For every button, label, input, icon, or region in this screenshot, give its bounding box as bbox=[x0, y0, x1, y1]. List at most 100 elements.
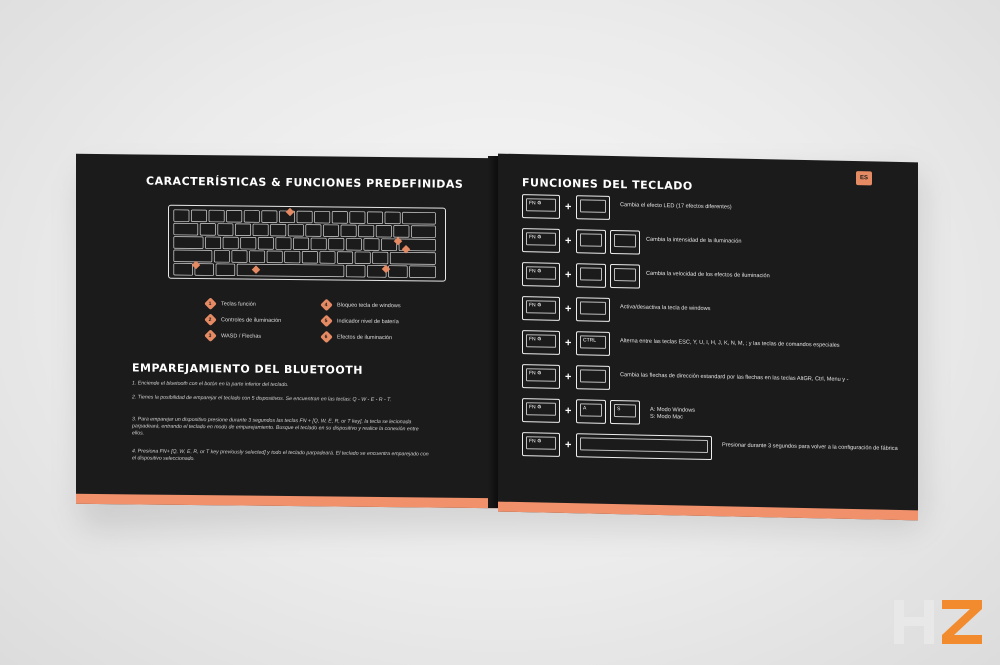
bluetooth-step: 4. Presiona FN+ [Q, W, E, R, or T key pr… bbox=[132, 448, 429, 463]
keyboard-key bbox=[345, 238, 362, 251]
bluetooth-step: 1. Enciende el bluetooth con el botón en… bbox=[132, 380, 289, 389]
plus-icon: + bbox=[565, 303, 572, 316]
combo-key-icon bbox=[610, 263, 640, 289]
keyboard-key bbox=[284, 250, 301, 264]
function-description: Alterna entre las teclas ESC, Y, U, I, H… bbox=[620, 338, 840, 349]
fn-key-label: FN ⚙ bbox=[526, 436, 556, 450]
fn-key-icon: FN ⚙ bbox=[522, 194, 560, 219]
keyboard-key bbox=[252, 223, 269, 237]
key-label bbox=[580, 437, 708, 453]
keyboard-key bbox=[367, 211, 383, 224]
function-row: FN ⚙ + Cambia el efecto LED (17 efectos di… bbox=[522, 194, 902, 228]
hz-logo bbox=[892, 598, 986, 648]
keyboard-diagram bbox=[168, 204, 446, 282]
keyboard-key bbox=[205, 236, 222, 250]
key-label bbox=[580, 369, 606, 383]
fn-key-label: FN ⚙ bbox=[526, 368, 556, 382]
keyboard-key bbox=[226, 210, 243, 223]
keyboard-key bbox=[375, 224, 392, 238]
plus-icon: + bbox=[565, 235, 572, 248]
bluetooth-title: EMPAREJAMIENTO DEL BLUETOOTH bbox=[132, 361, 363, 377]
combo-key-icon bbox=[576, 195, 610, 220]
keyboard-key bbox=[340, 224, 357, 238]
legend-item: 1 Teclas función bbox=[204, 297, 256, 311]
key-label: A bbox=[580, 403, 602, 417]
bluetooth-step: 3. Para emparejar un dispositivo presion… bbox=[132, 416, 419, 437]
keyboard-key bbox=[305, 224, 322, 237]
key-a-icon: A bbox=[576, 399, 606, 424]
keyboard-key bbox=[388, 265, 408, 278]
keyboard-key bbox=[363, 238, 380, 251]
keyboard-key bbox=[310, 237, 327, 251]
features-title: CARACTERÍSTICAS & FUNCIONES PREDEFINIDAS bbox=[146, 174, 464, 191]
fn-key-icon: FN ⚙ bbox=[522, 228, 560, 253]
function-row: FN ⚙ + Cambia la velocidad de los efectos … bbox=[522, 262, 902, 296]
marker-5-icon: 5 bbox=[320, 314, 333, 328]
key-label: S bbox=[614, 404, 636, 418]
spacebar-key-icon bbox=[576, 433, 712, 461]
keyboard-key bbox=[319, 251, 336, 264]
function-description: Presionar durante 3 segundos para volver… bbox=[722, 442, 898, 452]
fn-key-icon: FN ⚙ bbox=[522, 296, 560, 321]
function-row: FN ⚙ + Presionar durante 3 segundos para v… bbox=[522, 432, 902, 466]
keyboard-key bbox=[323, 224, 339, 237]
combo-key-icon bbox=[610, 229, 640, 255]
callout-marker bbox=[251, 265, 261, 274]
function-row: FN ⚙ + A S A: Modo Windows S: Modo Mac bbox=[522, 398, 902, 432]
keyboard-key bbox=[328, 237, 345, 251]
function-row: FN ⚙ + CTRL Alterna entre las teclas ESC, Y… bbox=[522, 330, 902, 364]
right-page: FUNCIONES DEL TECLADO ES FN ⚙ + Cambia el … bbox=[498, 153, 918, 521]
keyboard-key bbox=[354, 251, 371, 265]
fn-key-label: FN ⚙ bbox=[526, 198, 556, 212]
plus-icon: + bbox=[565, 439, 572, 452]
keyboard-key bbox=[275, 237, 292, 250]
legend-item: 2 Controles de iluminación bbox=[204, 313, 281, 327]
key-label bbox=[580, 199, 606, 213]
combo-key-icon bbox=[576, 365, 610, 390]
legend-item: 6 Efectos de iluminación bbox=[320, 330, 392, 344]
legend-item: 3 WASD / Flechas bbox=[204, 329, 261, 343]
marker-4-icon: 4 bbox=[320, 298, 333, 312]
fn-key-label: FN ⚙ bbox=[526, 300, 556, 314]
language-badge: ES bbox=[856, 171, 872, 186]
logo-z-diagonal bbox=[942, 609, 982, 635]
keyboard-key bbox=[402, 211, 436, 225]
fn-key-label: FN ⚙ bbox=[526, 402, 556, 416]
keyboard-key bbox=[257, 237, 274, 250]
keyboard-key bbox=[173, 263, 193, 276]
function-description: A: Modo Windows S: Modo Mac bbox=[650, 406, 696, 421]
callout-marker bbox=[285, 207, 295, 217]
keyboard-key bbox=[384, 211, 401, 225]
keyboard-key bbox=[249, 250, 266, 263]
fn-key-icon: FN ⚙ bbox=[522, 398, 560, 423]
fn-key-icon: FN ⚙ bbox=[522, 432, 560, 457]
keyboard-key bbox=[345, 264, 366, 278]
key-label bbox=[614, 234, 636, 248]
key-label bbox=[580, 233, 602, 247]
keyboard-key bbox=[411, 225, 436, 238]
keyboard-keys-illustration bbox=[173, 207, 436, 279]
keyboard-key bbox=[301, 251, 318, 264]
combo-key-icon bbox=[576, 263, 606, 288]
keyboard-key bbox=[235, 223, 251, 236]
function-description: Cambia la velocidad de los efectos de il… bbox=[646, 270, 770, 280]
keyboard-key bbox=[314, 210, 331, 224]
keyboard-key bbox=[389, 251, 436, 265]
keyboard-key bbox=[173, 249, 213, 263]
keyboard-key bbox=[231, 250, 248, 263]
function-description: Activa/desactiva la tecla de windows bbox=[620, 304, 711, 313]
fn-key-label: FN ⚙ bbox=[526, 334, 556, 348]
bluetooth-step: 2. Tienes la posibilidad de emparejar el… bbox=[132, 394, 392, 404]
key-label bbox=[580, 267, 602, 281]
keyboard-key bbox=[243, 210, 260, 223]
marker-6-icon: 6 bbox=[320, 330, 333, 344]
keyboard-key bbox=[213, 250, 230, 263]
function-description: Cambia las flechas de dirección estandar… bbox=[620, 372, 849, 383]
keyboard-key bbox=[266, 250, 283, 264]
keyboard-key bbox=[240, 236, 257, 250]
fn-key-icon: FN ⚙ bbox=[522, 330, 560, 355]
plus-icon: + bbox=[565, 337, 572, 350]
combo-key-icon bbox=[576, 297, 610, 322]
keyboard-key bbox=[349, 211, 366, 224]
keyboard-key bbox=[409, 265, 436, 279]
